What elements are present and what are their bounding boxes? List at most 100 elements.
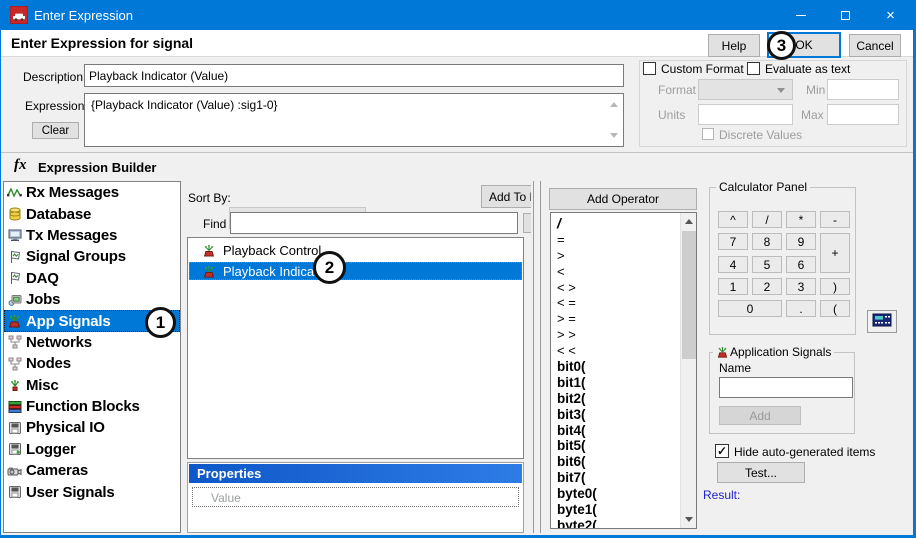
calc-key-open-paren[interactable]: ( xyxy=(820,300,850,317)
find-input[interactable] xyxy=(230,212,518,234)
test-button[interactable]: Test... xyxy=(717,462,805,483)
calc-key-0[interactable]: 0 xyxy=(718,300,782,317)
close-button[interactable]: × xyxy=(868,0,913,30)
function-blocks-icon xyxy=(6,399,23,414)
operator-item[interactable]: bit4( xyxy=(551,423,696,439)
splitter[interactable] xyxy=(540,181,541,533)
calc-key-plus[interactable]: + xyxy=(820,233,850,273)
signal-listbox[interactable]: Playback Control Playback Indicator xyxy=(187,237,524,459)
properties-value-row[interactable]: Value xyxy=(192,487,519,507)
evaluate-as-text-checkbox[interactable] xyxy=(747,62,760,75)
min-input[interactable] xyxy=(827,79,899,100)
sidebar-item-label: Nodes xyxy=(26,355,71,372)
sidebar-item-label: Networks xyxy=(26,334,92,351)
operator-item[interactable]: > > xyxy=(551,327,696,343)
operator-item[interactable]: bit7( xyxy=(551,470,696,486)
operator-scrollbar[interactable] xyxy=(680,213,696,528)
max-input[interactable] xyxy=(827,104,899,125)
sidebar-item-misc[interactable]: Misc xyxy=(4,375,180,396)
minimize-button[interactable] xyxy=(778,0,823,30)
sidebar-item-function-blocks[interactable]: Function Blocks xyxy=(4,396,180,417)
list-item-playback-control[interactable]: Playback Control xyxy=(188,241,523,259)
operator-item[interactable]: / xyxy=(551,216,696,232)
calc-key-1[interactable]: 1 xyxy=(718,278,748,295)
calc-key-6[interactable]: 6 xyxy=(786,256,816,273)
sidebar-item-daq[interactable]: DAQ xyxy=(4,268,180,289)
sidebar-item-physical-io[interactable]: Physical IO xyxy=(4,417,180,438)
maximize-button[interactable] xyxy=(823,0,868,30)
name-input[interactable] xyxy=(719,377,853,398)
calc-key-close-paren[interactable]: ) xyxy=(820,278,850,295)
scroll-down-icon[interactable] xyxy=(610,133,618,138)
calc-key-4[interactable]: 4 xyxy=(718,256,748,273)
splitter[interactable] xyxy=(533,181,534,533)
scrollbar-thumb[interactable] xyxy=(682,231,696,359)
scroll-down-icon[interactable] xyxy=(685,517,693,522)
operator-item[interactable]: bit1( xyxy=(551,375,696,391)
sidebar-item-user-signals[interactable]: User Signals xyxy=(4,481,180,502)
sidebar-item-nodes[interactable]: Nodes xyxy=(4,353,180,374)
operator-item[interactable]: bit2( xyxy=(551,391,696,407)
operator-listbox[interactable]: / = > < < > < = > = > > < < bit0( bit1( … xyxy=(550,212,697,529)
hide-auto-generated-checkbox[interactable]: ✓ xyxy=(715,444,729,458)
list-item-playback-indicator[interactable]: Playback Indicator xyxy=(189,262,522,280)
expression-input[interactable]: {Playback Indicator (Value) :sig1-0} xyxy=(84,93,624,147)
calc-key-divide[interactable]: / xyxy=(752,211,782,228)
app-signals-icon xyxy=(6,314,23,329)
custom-format-checkbox[interactable] xyxy=(643,62,656,75)
sidebar-item-tx-messages[interactable]: Tx Messages xyxy=(4,225,180,246)
category-sidebar: Rx Messages Database Tx Messages Signal … xyxy=(3,181,181,533)
operator-item[interactable]: byte2( xyxy=(551,518,696,529)
calc-key-decimal[interactable]: . xyxy=(786,300,816,317)
calculator-toggle-button[interactable] xyxy=(867,310,897,333)
app-signal-icon xyxy=(200,243,217,258)
operator-item[interactable]: byte0( xyxy=(551,486,696,502)
operator-item[interactable]: byte1( xyxy=(551,502,696,518)
operator-item[interactable]: > = xyxy=(551,311,696,327)
clipped-button[interactable] xyxy=(523,213,531,233)
title-bar[interactable]: Enter Expression × xyxy=(1,0,913,30)
calc-key-5[interactable]: 5 xyxy=(752,256,782,273)
evaluate-as-text-label: Evaluate as text xyxy=(765,62,850,76)
add-button[interactable]: Add xyxy=(719,406,801,425)
operator-item[interactable]: < > xyxy=(551,280,696,296)
add-operator-button[interactable]: Add Operator xyxy=(549,188,697,210)
operator-item[interactable]: bit6( xyxy=(551,454,696,470)
sidebar-item-rx-messages[interactable]: Rx Messages xyxy=(4,182,180,203)
units-input[interactable] xyxy=(698,104,793,125)
sidebar-item-logger[interactable]: Logger xyxy=(4,439,180,460)
calc-key-caret[interactable]: ^ xyxy=(718,211,748,228)
operator-item[interactable]: bit3( xyxy=(551,407,696,423)
operator-item[interactable]: bit0( xyxy=(551,359,696,375)
sidebar-item-cameras[interactable]: Cameras xyxy=(4,460,180,481)
expression-scrollbar[interactable] xyxy=(607,95,622,145)
add-to-expression-button[interactable]: Add To Ex xyxy=(481,185,531,208)
calc-key-2[interactable]: 2 xyxy=(752,278,782,295)
cancel-button[interactable]: Cancel xyxy=(849,34,901,57)
networks-icon xyxy=(6,335,23,350)
sidebar-item-database[interactable]: Database xyxy=(4,203,180,224)
operator-item[interactable]: > xyxy=(551,248,696,264)
calc-key-multiply[interactable]: * xyxy=(786,211,816,228)
operator-item[interactable]: = xyxy=(551,232,696,248)
description-input[interactable] xyxy=(84,64,624,87)
help-button[interactable]: Help xyxy=(708,34,760,57)
sidebar-item-signal-groups[interactable]: Signal Groups xyxy=(4,246,180,267)
scroll-up-icon[interactable] xyxy=(685,219,693,224)
properties-header: Properties xyxy=(189,464,522,483)
discrete-values-checkbox[interactable] xyxy=(702,128,714,140)
clear-button[interactable]: Clear xyxy=(32,122,79,139)
expression-value: {Playback Indicator (Value) :sig1-0} xyxy=(91,98,278,112)
calc-key-3[interactable]: 3 xyxy=(786,278,816,295)
operator-item[interactable]: < = xyxy=(551,295,696,311)
operator-item[interactable]: bit5( xyxy=(551,438,696,454)
calc-key-7[interactable]: 7 xyxy=(718,233,748,250)
operator-item[interactable]: < < xyxy=(551,343,696,359)
calc-key-minus[interactable]: - xyxy=(820,211,850,228)
format-dropdown[interactable] xyxy=(698,79,793,100)
calc-key-9[interactable]: 9 xyxy=(786,233,816,250)
calc-key-8[interactable]: 8 xyxy=(752,233,782,250)
scroll-up-icon[interactable] xyxy=(610,102,618,107)
sidebar-item-jobs[interactable]: Jobs xyxy=(4,289,180,310)
operator-item[interactable]: < xyxy=(551,264,696,280)
